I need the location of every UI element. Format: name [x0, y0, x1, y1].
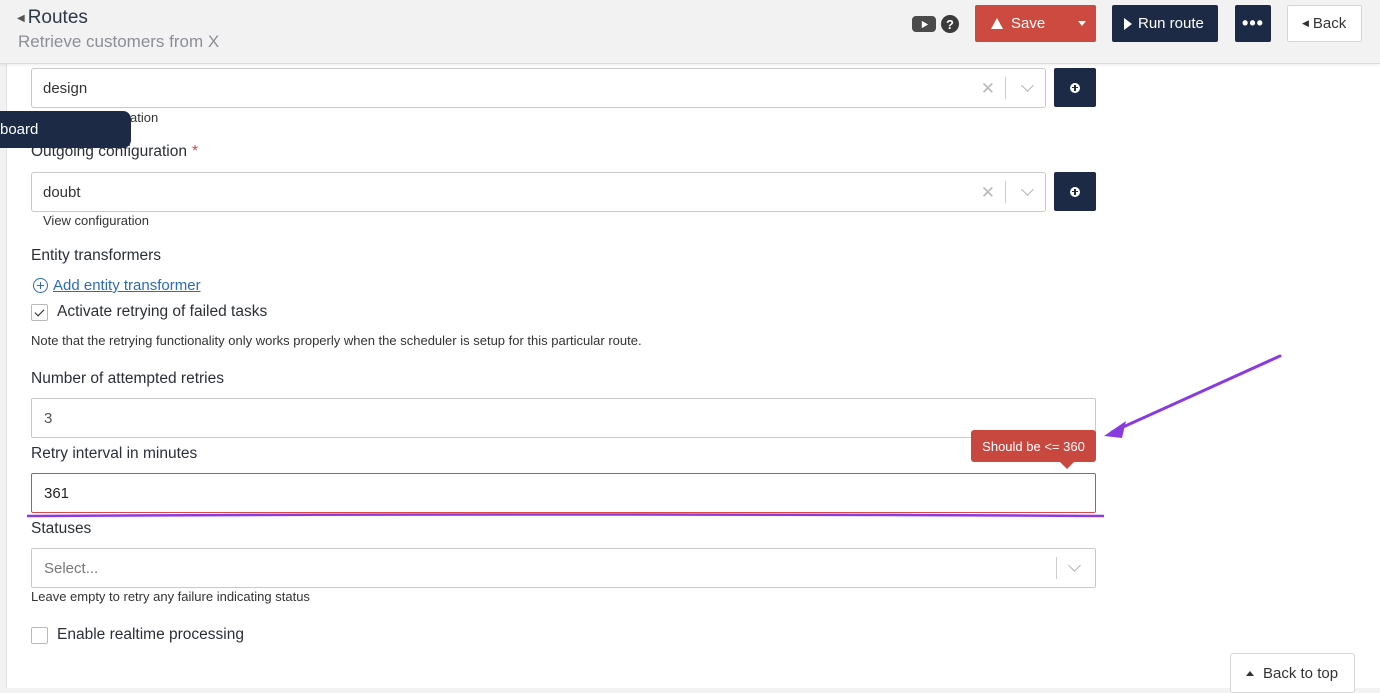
activate-retrying-label: Activate retrying of failed tasks — [57, 303, 268, 320]
run-route-label: Run route — [1138, 15, 1204, 32]
run-route-button[interactable]: Run route — [1112, 5, 1218, 42]
select-divider — [1005, 77, 1006, 99]
attempted-retries-input[interactable]: 3 — [31, 398, 1096, 438]
plus-circle-icon — [1070, 186, 1080, 197]
warning-icon — [991, 18, 1003, 29]
add-incoming-configuration-button[interactable] — [1054, 68, 1096, 107]
statuses-help: Leave empty to retry any failure indicat… — [31, 589, 310, 604]
add-entity-transformer-link[interactable]: Add entity transformer — [53, 277, 201, 294]
chevron-down-icon[interactable] — [1021, 79, 1034, 92]
plus-circle-icon — [1070, 82, 1080, 93]
realtime-processing-row[interactable]: Enable realtime processing — [31, 626, 244, 644]
back-button[interactable]: ◀ Back — [1287, 5, 1362, 42]
realtime-processing-checkbox[interactable] — [31, 626, 48, 644]
validation-error-tooltip: Should be <= 360 — [971, 430, 1096, 469]
more-options-button[interactable]: ••• — [1235, 5, 1271, 42]
caret-up-icon — [1246, 670, 1254, 676]
incoming-configuration-value: design — [43, 79, 88, 97]
activate-retrying-row[interactable]: Activate retrying of failed tasks — [31, 303, 267, 321]
add-entity-transformer[interactable]: Add entity transformer — [33, 277, 201, 294]
chevron-down-icon[interactable] — [1021, 183, 1034, 196]
outgoing-configuration-value: doubt — [43, 183, 81, 201]
chevron-left-icon: ◀ — [1302, 18, 1309, 28]
outgoing-configuration-select[interactable]: doubt ✕ — [31, 172, 1046, 212]
view-incoming-configuration-link[interactable]: ation — [130, 110, 158, 125]
attempted-retries-value: 3 — [44, 409, 53, 427]
chevron-down-icon[interactable] — [1068, 559, 1081, 572]
statuses-select[interactable]: Select... — [31, 548, 1096, 588]
help-icon[interactable]: ? — [941, 15, 959, 33]
select-divider — [1056, 557, 1057, 579]
save-dropdown-toggle[interactable] — [1068, 5, 1096, 42]
page-subtitle: Retrieve customers from X — [18, 32, 220, 51]
save-button-label: Save — [1011, 15, 1046, 32]
breadcrumb-routes[interactable]: Routes — [28, 7, 88, 29]
validation-error-text: Should be <= 360 — [982, 438, 1085, 454]
statuses-placeholder: Select... — [44, 559, 99, 577]
clear-icon[interactable]: ✕ — [981, 79, 995, 99]
back-to-top-button[interactable]: Back to top — [1230, 653, 1355, 693]
ellipsis-icon: ••• — [1242, 13, 1264, 33]
statuses-label: Statuses — [31, 520, 92, 537]
back-to-top-label: Back to top — [1263, 664, 1339, 682]
save-button[interactable]: Save — [975, 5, 1096, 42]
youtube-icon[interactable] — [912, 16, 936, 32]
activate-retrying-checkbox[interactable] — [31, 303, 48, 321]
retry-interval-value: 361 — [44, 484, 70, 502]
page-header: ◀ Routes Retrieve customers from X ? Sav… — [0, 0, 1380, 64]
incoming-configuration-select[interactable]: design ✕ — [31, 68, 1046, 108]
realtime-processing-label: Enable realtime processing — [57, 626, 244, 643]
chevron-left-icon: ◀ — [17, 12, 25, 24]
view-outgoing-configuration-link[interactable]: View configuration — [43, 213, 149, 228]
select-divider — [1005, 181, 1006, 203]
sidebar-pill-label: board — [0, 121, 39, 138]
retry-interval-label: Retry interval in minutes — [31, 445, 198, 462]
breadcrumb[interactable]: ◀ Routes — [17, 7, 88, 29]
add-outgoing-configuration-button[interactable] — [1054, 172, 1096, 211]
attempted-retries-label: Number of attempted retries — [31, 370, 224, 387]
entity-transformers-label: Entity transformers — [31, 247, 162, 264]
sidebar-dashboard-tooltip[interactable]: board — [0, 111, 131, 148]
retry-interval-input[interactable]: 361 — [31, 473, 1096, 513]
play-icon — [1124, 17, 1132, 30]
clear-icon[interactable]: ✕ — [981, 183, 995, 203]
back-button-label: Back — [1312, 15, 1347, 32]
caret-down-icon — [1078, 21, 1086, 26]
required-marker: * — [191, 143, 199, 160]
retry-note: Note that the retrying functionality onl… — [31, 333, 642, 348]
add-circle-icon — [33, 278, 48, 293]
